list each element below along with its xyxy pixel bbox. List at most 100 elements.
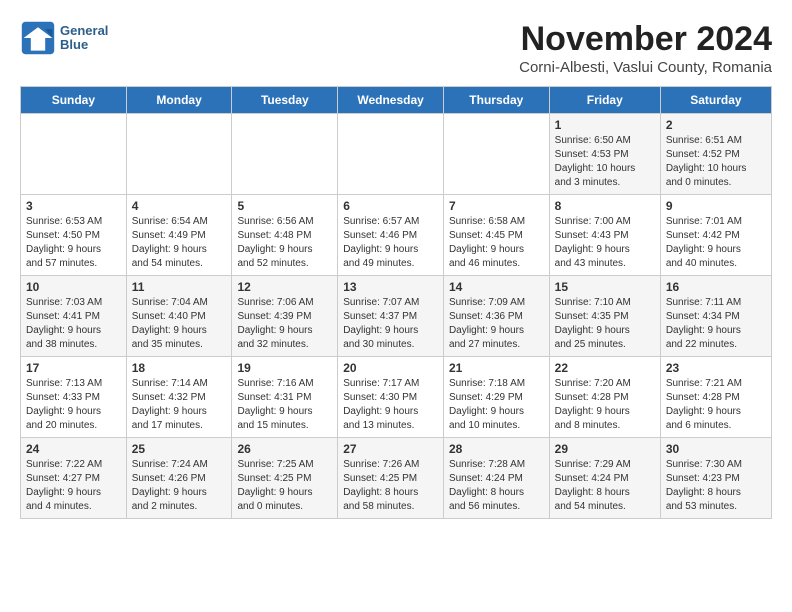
weekday-header: Monday [126, 87, 232, 114]
calendar-cell: 7 Sunrise: 6:58 AM Sunset: 4:45 PM Daylig… [443, 195, 549, 276]
calendar-cell: 28 Sunrise: 7:28 AM Sunset: 4:24 PM Dayli… [443, 438, 549, 519]
calendar-cell: 9 Sunrise: 7:01 AM Sunset: 4:42 PM Daylig… [660, 195, 771, 276]
calendar-cell [126, 114, 232, 195]
weekday-header: Wednesday [338, 87, 444, 114]
day-info: Sunrise: 6:50 AM Sunset: 4:53 PM Dayligh… [555, 134, 655, 190]
day-number: 17 [26, 361, 121, 375]
calendar-cell: 12Sunrise: 7:06 AM Sunset: 4:39 PM Dayli… [232, 276, 338, 357]
calendar-cell: 8 Sunrise: 7:00 AM Sunset: 4:43 PM Daylig… [549, 195, 660, 276]
day-number: 14 [449, 280, 544, 294]
calendar-week-row: 17Sunrise: 7:13 AM Sunset: 4:33 PM Dayli… [21, 357, 772, 438]
logo-line2: Blue [60, 38, 108, 52]
calendar-cell: 17Sunrise: 7:13 AM Sunset: 4:33 PM Dayli… [21, 357, 127, 438]
weekday-header: Friday [549, 87, 660, 114]
calendar-cell: 19Sunrise: 7:16 AM Sunset: 4:31 PM Dayli… [232, 357, 338, 438]
weekday-header: Saturday [660, 87, 771, 114]
calendar-cell: 2Sunrise: 6:51 AM Sunset: 4:52 PM Daylig… [660, 114, 771, 195]
day-number: 8 [555, 199, 655, 213]
calendar-cell: 13Sunrise: 7:07 AM Sunset: 4:37 PM Dayli… [338, 276, 444, 357]
day-number: 27 [343, 442, 438, 456]
calendar-week-row: 10 Sunrise: 7:03 AM Sunset: 4:41 PM Dayli… [21, 276, 772, 357]
calendar-cell: 1Sunrise: 6:50 AM Sunset: 4:53 PM Daylig… [549, 114, 660, 195]
day-info: Sunrise: 7:10 AM Sunset: 4:35 PM Dayligh… [555, 296, 655, 352]
day-number: 28 [449, 442, 544, 456]
calendar-table: SundayMondayTuesdayWednesdayThursdayFrid… [20, 86, 772, 519]
day-info: Sunrise: 7:17 AM Sunset: 4:30 PM Dayligh… [343, 377, 438, 433]
day-number: 20 [343, 361, 438, 375]
calendar-cell: 3 Sunrise: 6:53 AM Sunset: 4:50 PM Daylig… [21, 195, 127, 276]
day-number: 16 [666, 280, 766, 294]
day-info: Sunrise: 7:28 AM Sunset: 4:24 PM Dayligh… [449, 458, 544, 514]
calendar-cell: 11Sunrise: 7:04 AM Sunset: 4:40 PM Dayli… [126, 276, 232, 357]
calendar-cell: 14 Sunrise: 7:09 AM Sunset: 4:36 PM Dayli… [443, 276, 549, 357]
calendar-cell: 21 Sunrise: 7:18 AM Sunset: 4:29 PM Dayli… [443, 357, 549, 438]
day-number: 23 [666, 361, 766, 375]
day-number: 19 [237, 361, 332, 375]
calendar-cell: 22Sunrise: 7:20 AM Sunset: 4:28 PM Dayli… [549, 357, 660, 438]
day-number: 3 [26, 199, 121, 213]
logo-text: General Blue [60, 24, 108, 53]
day-info: Sunrise: 6:57 AM Sunset: 4:46 PM Dayligh… [343, 215, 438, 271]
day-number: 5 [237, 199, 332, 213]
logo-line1: General [60, 24, 108, 38]
day-number: 21 [449, 361, 544, 375]
weekday-header: Sunday [21, 87, 127, 114]
calendar-cell: 10 Sunrise: 7:03 AM Sunset: 4:41 PM Dayli… [21, 276, 127, 357]
calendar-cell: 5 Sunrise: 6:56 AM Sunset: 4:48 PM Daylig… [232, 195, 338, 276]
day-info: Sunrise: 7:09 AM Sunset: 4:36 PM Dayligh… [449, 296, 544, 352]
calendar-cell: 24 Sunrise: 7:22 AM Sunset: 4:27 PM Dayli… [21, 438, 127, 519]
day-number: 11 [132, 280, 227, 294]
weekday-header: Tuesday [232, 87, 338, 114]
calendar-cell: 18Sunrise: 7:14 AM Sunset: 4:32 PM Dayli… [126, 357, 232, 438]
day-info: Sunrise: 7:30 AM Sunset: 4:23 PM Dayligh… [666, 458, 766, 514]
calendar-week-row: 24 Sunrise: 7:22 AM Sunset: 4:27 PM Dayli… [21, 438, 772, 519]
day-info: Sunrise: 7:26 AM Sunset: 4:25 PM Dayligh… [343, 458, 438, 514]
day-info: Sunrise: 7:22 AM Sunset: 4:27 PM Dayligh… [26, 458, 121, 514]
calendar-cell: 23 Sunrise: 7:21 AM Sunset: 4:28 PM Dayli… [660, 357, 771, 438]
calendar-cell: 16Sunrise: 7:11 AM Sunset: 4:34 PM Dayli… [660, 276, 771, 357]
day-number: 24 [26, 442, 121, 456]
day-info: Sunrise: 7:01 AM Sunset: 4:42 PM Dayligh… [666, 215, 766, 271]
day-info: Sunrise: 7:24 AM Sunset: 4:26 PM Dayligh… [132, 458, 227, 514]
main-title: November 2024 [519, 20, 772, 59]
day-number: 6 [343, 199, 438, 213]
calendar-cell: 20 Sunrise: 7:17 AM Sunset: 4:30 PM Dayli… [338, 357, 444, 438]
day-number: 9 [666, 199, 766, 213]
header: General Blue November 2024 Corni-Albesti… [20, 20, 772, 76]
day-number: 10 [26, 280, 121, 294]
day-number: 13 [343, 280, 438, 294]
day-number: 29 [555, 442, 655, 456]
calendar-cell: 29Sunrise: 7:29 AM Sunset: 4:24 PM Dayli… [549, 438, 660, 519]
day-info: Sunrise: 7:00 AM Sunset: 4:43 PM Dayligh… [555, 215, 655, 271]
calendar-cell: 6 Sunrise: 6:57 AM Sunset: 4:46 PM Daylig… [338, 195, 444, 276]
calendar-week-row: 3 Sunrise: 6:53 AM Sunset: 4:50 PM Daylig… [21, 195, 772, 276]
day-info: Sunrise: 7:21 AM Sunset: 4:28 PM Dayligh… [666, 377, 766, 433]
title-area: November 2024 Corni-Albesti, Vaslui Coun… [519, 20, 772, 76]
day-number: 22 [555, 361, 655, 375]
day-info: Sunrise: 6:56 AM Sunset: 4:48 PM Dayligh… [237, 215, 332, 271]
calendar-cell: 26 Sunrise: 7:25 AM Sunset: 4:25 PM Dayli… [232, 438, 338, 519]
day-info: Sunrise: 6:54 AM Sunset: 4:49 PM Dayligh… [132, 215, 227, 271]
day-number: 30 [666, 442, 766, 456]
day-info: Sunrise: 7:18 AM Sunset: 4:29 PM Dayligh… [449, 377, 544, 433]
day-number: 12 [237, 280, 332, 294]
day-info: Sunrise: 7:03 AM Sunset: 4:41 PM Dayligh… [26, 296, 121, 352]
subtitle: Corni-Albesti, Vaslui County, Romania [519, 59, 772, 76]
calendar-cell [443, 114, 549, 195]
calendar-cell: 30 Sunrise: 7:30 AM Sunset: 4:23 PM Dayli… [660, 438, 771, 519]
day-info: Sunrise: 6:53 AM Sunset: 4:50 PM Dayligh… [26, 215, 121, 271]
day-number: 18 [132, 361, 227, 375]
day-number: 26 [237, 442, 332, 456]
calendar-cell: 4Sunrise: 6:54 AM Sunset: 4:49 PM Daylig… [126, 195, 232, 276]
calendar-week-row: 1Sunrise: 6:50 AM Sunset: 4:53 PM Daylig… [21, 114, 772, 195]
calendar-cell: 27 Sunrise: 7:26 AM Sunset: 4:25 PM Dayli… [338, 438, 444, 519]
calendar-cell [21, 114, 127, 195]
calendar-header: SundayMondayTuesdayWednesdayThursdayFrid… [21, 87, 772, 114]
day-info: Sunrise: 7:25 AM Sunset: 4:25 PM Dayligh… [237, 458, 332, 514]
calendar-cell: 25Sunrise: 7:24 AM Sunset: 4:26 PM Dayli… [126, 438, 232, 519]
day-number: 15 [555, 280, 655, 294]
day-info: Sunrise: 6:58 AM Sunset: 4:45 PM Dayligh… [449, 215, 544, 271]
calendar-cell [232, 114, 338, 195]
day-number: 7 [449, 199, 544, 213]
weekday-row: SundayMondayTuesdayWednesdayThursdayFrid… [21, 87, 772, 114]
